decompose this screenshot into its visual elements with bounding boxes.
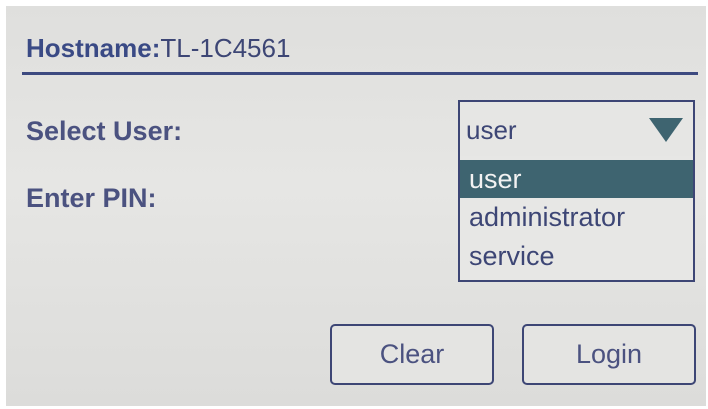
user-select-value: user [466, 115, 517, 145]
user-dropdown-list: user administrator service [458, 156, 695, 282]
login-button[interactable]: Login [522, 324, 696, 385]
user-option-service[interactable]: service [460, 237, 693, 275]
user-select[interactable]: user [458, 100, 695, 158]
login-screen: Hostname:TL-1C4561 Select User: Enter PI… [6, 6, 706, 406]
header-divider [22, 72, 698, 75]
enter-pin-label: Enter PIN: [26, 183, 157, 213]
select-user-label: Select User: [26, 116, 183, 146]
user-option-administrator[interactable]: administrator [460, 198, 693, 236]
clear-button[interactable]: Clear [330, 324, 494, 385]
hostname-row: Hostname:TL-1C4561 [26, 32, 290, 64]
hostname-value: TL-1C4561 [160, 33, 291, 63]
dropdown-triangle-icon[interactable] [649, 118, 683, 142]
user-option-user[interactable]: user [460, 160, 693, 198]
hostname-label: Hostname: [26, 33, 161, 63]
